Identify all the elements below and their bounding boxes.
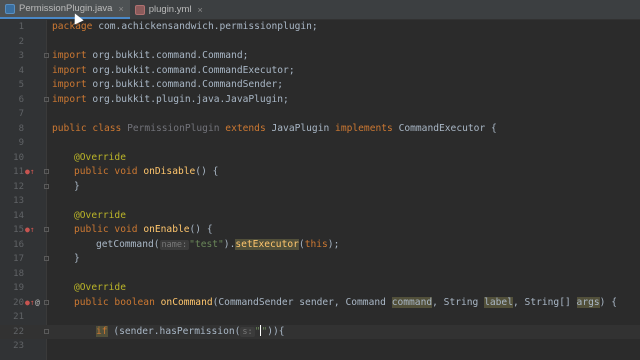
close-icon[interactable]: ×	[118, 4, 123, 14]
code-line: 18	[0, 267, 640, 282]
tab-label: PermissionPlugin.java	[19, 3, 113, 14]
code-line: 4 import org.bukkit.command.CommandExecu…	[0, 64, 640, 79]
code-editor[interactable]: 1 package com.achickensandwich.permissio…	[0, 20, 640, 360]
line-number: 18	[13, 268, 24, 279]
line-number: 15	[13, 225, 24, 235]
at-icon[interactable]: @	[35, 296, 40, 311]
code-line: 19 @Override	[0, 281, 640, 296]
code-line: 5 import org.bukkit.command.CommandSende…	[0, 78, 640, 93]
java-file-icon	[5, 3, 15, 14]
code-text: package com.achickensandwich.permissionp…	[52, 21, 318, 32]
code-line: 13	[0, 194, 640, 209]
fold-icon[interactable]	[44, 227, 49, 232]
editor-tab-bar: PermissionPlugin.java × plugin.yml ×	[0, 0, 640, 20]
code-line: 6 import org.bukkit.plugin.java.JavaPlug…	[0, 93, 640, 108]
line-number: 14	[13, 210, 24, 221]
fold-icon[interactable]	[44, 53, 49, 58]
line-number: 16	[13, 239, 24, 250]
code-text: @Override	[74, 282, 126, 293]
code-text: import org.bukkit.command.CommandSender;	[52, 79, 284, 90]
code-line: 2	[0, 35, 640, 50]
code-line: 8 public class PermissionPlugin extends …	[0, 122, 640, 137]
code-line: 17 }	[0, 252, 640, 267]
line-number: 10	[13, 152, 24, 163]
yaml-file-icon	[134, 4, 145, 15]
code-text: public boolean onCommand(CommandSender s…	[74, 296, 617, 308]
line-number: 1	[18, 22, 24, 32]
line-number: 12	[13, 181, 24, 192]
fold-icon[interactable]	[44, 256, 49, 261]
code-text: public void onDisable() {	[74, 166, 219, 177]
parameter-hint: s:	[240, 326, 255, 337]
line-number: 13	[13, 196, 24, 206]
code-line: 23	[0, 339, 640, 354]
code-line: 7	[0, 107, 640, 122]
fold-icon[interactable]	[44, 183, 49, 189]
code-text: import org.bukkit.plugin.java.JavaPlugin…	[52, 93, 289, 105]
code-text: getCommand(name: "test").setExecutor(this…	[96, 238, 340, 250]
code-line: 15 ●↑ public void onEnable() {	[0, 223, 640, 238]
tab-plugin-yml[interactable]: plugin.yml ×	[130, 0, 209, 19]
parameter-hint: name:	[159, 239, 190, 250]
fold-icon[interactable]	[44, 328, 49, 334]
override-icon[interactable]: ●↑	[25, 223, 35, 238]
line-number: 4	[18, 65, 24, 76]
tab-label: plugin.yml	[148, 4, 192, 15]
code-text: if (sender.hasPermission(s: "")){	[96, 325, 285, 337]
code-text: @Override	[74, 151, 126, 163]
line-number: 17	[13, 254, 24, 264]
line-number: 8	[18, 123, 24, 134]
line-number: 11	[13, 167, 24, 177]
code-line: 21	[0, 310, 640, 325]
tab-permissionplugin-java[interactable]: PermissionPlugin.java ×	[0, 0, 130, 19]
code-text: import org.bukkit.command.Command;	[52, 50, 249, 61]
code-line: 10 @Override	[0, 151, 640, 166]
code-line: 16 getCommand(name: "test").setExecutor(t…	[0, 238, 640, 253]
line-number: 23	[13, 341, 24, 351]
code-line: 3 import org.bukkit.command.Command;	[0, 49, 640, 64]
code-text: }	[74, 180, 80, 192]
code-text: import org.bukkit.command.CommandExecuto…	[52, 64, 295, 76]
code-text: @Override	[74, 209, 126, 221]
line-number: 19	[13, 283, 24, 293]
fold-icon[interactable]	[44, 96, 49, 102]
code-line: 20 ●↑ @ public boolean onCommand(Command…	[0, 296, 640, 311]
code-line: 11 ●↑ public void onDisable() {	[0, 165, 640, 180]
code-line: 12 }	[0, 180, 640, 195]
override-icon[interactable]: ●↑	[25, 296, 35, 311]
line-number: 20	[13, 297, 24, 308]
current-code-line: 22 if (sender.hasPermission(s: "")){	[0, 324, 640, 339]
line-number: 6	[18, 94, 24, 105]
code-line: 9	[0, 136, 640, 151]
code-line: 14 @Override	[0, 209, 640, 224]
code-text: public class PermissionPlugin extends Ja…	[52, 122, 497, 134]
line-number: 22	[13, 326, 24, 337]
line-number: 7	[18, 109, 24, 119]
line-number: 3	[18, 51, 24, 61]
fold-icon[interactable]	[44, 169, 49, 174]
code-line: 1 package com.achickensandwich.permissio…	[0, 20, 640, 35]
code-text: public void onEnable() {	[74, 224, 213, 235]
fold-icon[interactable]	[44, 299, 49, 305]
code-text: }	[74, 253, 80, 264]
override-icon[interactable]: ●↑	[25, 165, 35, 180]
close-icon[interactable]: ×	[198, 5, 203, 15]
line-number: 21	[13, 312, 24, 322]
line-number: 5	[18, 80, 24, 90]
line-number: 9	[18, 138, 24, 148]
line-number: 2	[18, 36, 24, 47]
